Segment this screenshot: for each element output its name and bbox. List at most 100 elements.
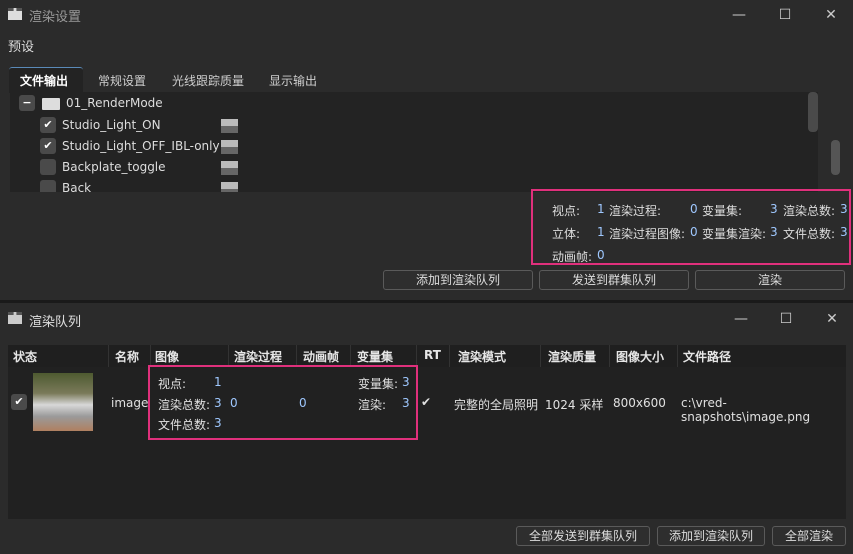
- collapse-icon[interactable]: −: [19, 95, 35, 111]
- settings-window: 渲染设置 — ☐ ✕ 预设 文件输出 常规设置 光线跟踪质量 显示输出 − 01…: [0, 0, 853, 300]
- tree-item-label: Studio_Light_OFF_IBL-only: [62, 139, 220, 153]
- tree-item[interactable]: Backplate_toggle: [10, 157, 410, 177]
- tree-item-label: Studio_Light_ON: [62, 118, 161, 132]
- render-stats-box: 视点: 1 渲染过程: 0 变量集: 3 渲染总数: 3 立体: 1 渲染过程图…: [531, 189, 851, 265]
- variant-tree: − 01_RenderMode ✔ Studio_Light_ON ✔ Stud…: [10, 92, 818, 192]
- render-value: 3: [402, 396, 410, 410]
- stat-value: 3: [840, 202, 848, 216]
- minimize-button[interactable]: —: [724, 3, 754, 27]
- stat-value: 3: [770, 225, 778, 239]
- render-all-button[interactable]: 全部渲染: [772, 526, 846, 546]
- rt-check-icon: ✔: [421, 395, 432, 409]
- column-header-path[interactable]: 文件路径: [683, 348, 731, 365]
- column-divider: [449, 345, 450, 367]
- column-divider: [296, 345, 297, 367]
- column-divider: [150, 345, 151, 367]
- anim-frame-value: 0: [299, 396, 307, 410]
- column-header-quality[interactable]: 渲染质量: [548, 348, 596, 365]
- tab-file-output[interactable]: 文件输出: [20, 72, 68, 89]
- checkbox-unchecked[interactable]: [40, 159, 56, 175]
- folder-icon: [42, 98, 60, 110]
- tree-scrollbar[interactable]: [808, 92, 818, 132]
- column-divider: [609, 345, 610, 367]
- column-header-render-mode[interactable]: 渲染模式: [458, 348, 506, 365]
- row-name: image: [111, 396, 149, 410]
- queue-close-button[interactable]: ✕: [817, 307, 847, 331]
- column-header-rt[interactable]: RT: [424, 348, 441, 362]
- checkbox-checked[interactable]: ✔: [40, 117, 56, 133]
- column-header-image[interactable]: 图像: [155, 348, 179, 365]
- tree-item-label: Backplate_toggle: [62, 160, 166, 174]
- folder-label: 01_RenderMode: [66, 96, 163, 110]
- column-header-status[interactable]: 状态: [13, 348, 37, 365]
- stat-label: 变量集:: [702, 204, 743, 218]
- panel-scrollbar[interactable]: [831, 140, 840, 175]
- stat-value: 1: [597, 225, 605, 239]
- thumbnail-icon: [221, 182, 238, 192]
- tree-folder[interactable]: − 01_RenderMode: [10, 93, 410, 113]
- column-header-render-pass[interactable]: 渲染过程: [234, 348, 282, 365]
- send-to-cluster-button[interactable]: 发送到群集队列: [539, 270, 689, 290]
- render-pass-value: 0: [230, 396, 238, 410]
- column-divider: [350, 345, 351, 367]
- stat-label: 动画帧:: [552, 250, 593, 264]
- viewpoint-value: 1: [214, 375, 222, 389]
- column-header-anim-frame[interactable]: 动画帧: [303, 348, 339, 365]
- column-header-variant-set[interactable]: 变量集: [357, 348, 393, 365]
- thumbnail-icon: [221, 140, 238, 154]
- column-divider: [416, 345, 417, 367]
- render-mode: 完整的全局照明: [454, 398, 539, 412]
- thumbnail-icon: [221, 119, 238, 133]
- column-divider: [108, 345, 109, 367]
- render-quality: 1024 采样: [545, 398, 604, 412]
- column-divider: [540, 345, 541, 367]
- file-total-value: 3: [214, 416, 222, 430]
- car-thumbnail-image: [33, 373, 93, 431]
- preset-menu[interactable]: 预设: [8, 36, 34, 55]
- stat-value: 3: [840, 225, 848, 239]
- queue-add-to-render-queue-button[interactable]: 添加到渲染队列: [657, 526, 765, 546]
- thumbnail-icon: [221, 161, 238, 175]
- tab-general[interactable]: 常规设置: [98, 72, 146, 89]
- close-button[interactable]: ✕: [816, 3, 846, 27]
- render-total-value: 3: [214, 396, 222, 410]
- column-header-size[interactable]: 图像大小: [616, 348, 664, 365]
- image-size: 800x600: [613, 396, 666, 410]
- stat-value: 0: [690, 202, 698, 216]
- queue-window-border: [0, 300, 853, 303]
- stat-label: 文件总数:: [783, 227, 836, 241]
- window-title: 渲染设置: [29, 10, 82, 25]
- queue-minimize-button[interactable]: —: [726, 307, 756, 331]
- tab-display-output[interactable]: 显示输出: [269, 72, 317, 89]
- tree-item[interactable]: ✔ Studio_Light_OFF_IBL-only: [10, 136, 410, 156]
- add-to-render-queue-button[interactable]: 添加到渲染队列: [383, 270, 533, 290]
- file-path: c:\vred-snapshots\image.png: [681, 396, 811, 424]
- checkbox-unchecked[interactable]: [40, 180, 56, 192]
- tab-raytracing-quality[interactable]: 光线跟踪质量: [172, 72, 244, 89]
- column-divider: [677, 345, 678, 367]
- stat-label: 立体:: [552, 227, 581, 241]
- maximize-button[interactable]: ☐: [770, 3, 800, 27]
- checkbox-checked[interactable]: ✔: [40, 138, 56, 154]
- variant-set-value: 3: [402, 375, 410, 389]
- stat-value: 3: [770, 202, 778, 216]
- tree-item[interactable]: Back: [10, 178, 410, 192]
- column-header-name[interactable]: 名称: [115, 348, 139, 365]
- render-label: 渲染:: [358, 398, 387, 412]
- table-row[interactable]: ✔ image 视点: 1 渲染总数: 3 文件总数: 3 0 0 变量集: 3…: [8, 365, 846, 440]
- stat-value: 0: [597, 248, 605, 262]
- stat-value: 1: [597, 202, 605, 216]
- queue-maximize-button[interactable]: ☐: [771, 307, 801, 331]
- stat-label: 渲染过程:: [609, 204, 662, 218]
- queue-icon: [8, 312, 22, 324]
- row-checkbox[interactable]: ✔: [11, 394, 27, 410]
- tree-item-label: Back: [62, 181, 92, 192]
- render-button[interactable]: 渲染: [695, 270, 845, 290]
- stat-label: 变量集渲染:: [702, 227, 767, 241]
- render-total-label: 渲染总数:: [158, 398, 211, 412]
- send-all-to-cluster-button[interactable]: 全部发送到群集队列: [516, 526, 650, 546]
- stat-label: 渲染过程图像:: [609, 227, 686, 241]
- tree-item[interactable]: ✔ Studio_Light_ON: [10, 115, 410, 135]
- viewpoint-label: 视点:: [158, 377, 187, 391]
- clapperboard-icon: [8, 8, 22, 20]
